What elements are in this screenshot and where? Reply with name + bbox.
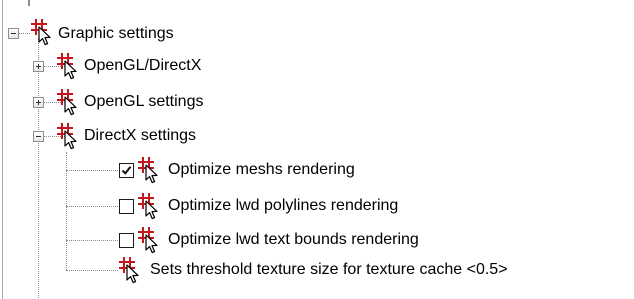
tree-node-opengl-directx[interactable]: OpenGL/DirectX — [0, 52, 300, 80]
settings-cursor-icon — [117, 256, 143, 284]
tree-connector-top — [28, 0, 30, 6]
checkbox-checked[interactable] — [119, 163, 134, 178]
settings-cursor-icon — [55, 122, 81, 150]
tree-node-label: OpenGL/DirectX — [84, 57, 202, 74]
tree-item-label: Optimize lwd polylines rendering — [168, 197, 399, 214]
tree-item-label: Optimize lwd text bounds rendering — [168, 231, 419, 248]
tree-item-label: Optimize meshs rendering — [168, 161, 355, 178]
settings-cursor-icon — [136, 192, 162, 220]
tree-item-optimize-meshs[interactable]: Optimize meshs rendering — [0, 156, 500, 184]
tree-node-opengl-settings[interactable]: OpenGL settings — [0, 88, 300, 116]
settings-cursor-icon — [136, 156, 162, 184]
settings-cursor-icon — [29, 18, 55, 46]
checkbox-unchecked[interactable] — [119, 233, 134, 248]
settings-cursor-icon — [55, 88, 81, 116]
checkmark-icon — [121, 166, 132, 175]
tree-node-label: DirectX settings — [84, 127, 197, 144]
tree-node-graphic-settings[interactable]: Graphic settings — [0, 18, 260, 46]
tree-item-label: Sets threshold texture size for texture … — [150, 261, 508, 278]
collapse-toggle[interactable] — [8, 28, 19, 39]
expand-toggle[interactable] — [33, 97, 44, 108]
tree-node-label: Graphic settings — [58, 25, 174, 42]
tree-item-optimize-lwd-polylines[interactable]: Optimize lwd polylines rendering — [0, 192, 520, 220]
settings-cursor-icon — [136, 226, 162, 254]
collapse-toggle[interactable] — [33, 131, 44, 142]
tree-node-directx-settings[interactable]: DirectX settings — [0, 122, 300, 150]
checkbox-unchecked[interactable] — [119, 199, 134, 214]
expand-toggle[interactable] — [33, 61, 44, 72]
settings-cursor-icon — [55, 52, 81, 80]
tree-node-label: OpenGL settings — [84, 93, 204, 110]
tree-item-texture-threshold[interactable]: Sets threshold texture size for texture … — [0, 256, 630, 284]
tree-item-optimize-lwd-text-bounds[interactable]: Optimize lwd text bounds rendering — [0, 226, 540, 254]
settings-tree: Graphic settings OpenGL/DirectX OpenGL s… — [0, 0, 634, 299]
